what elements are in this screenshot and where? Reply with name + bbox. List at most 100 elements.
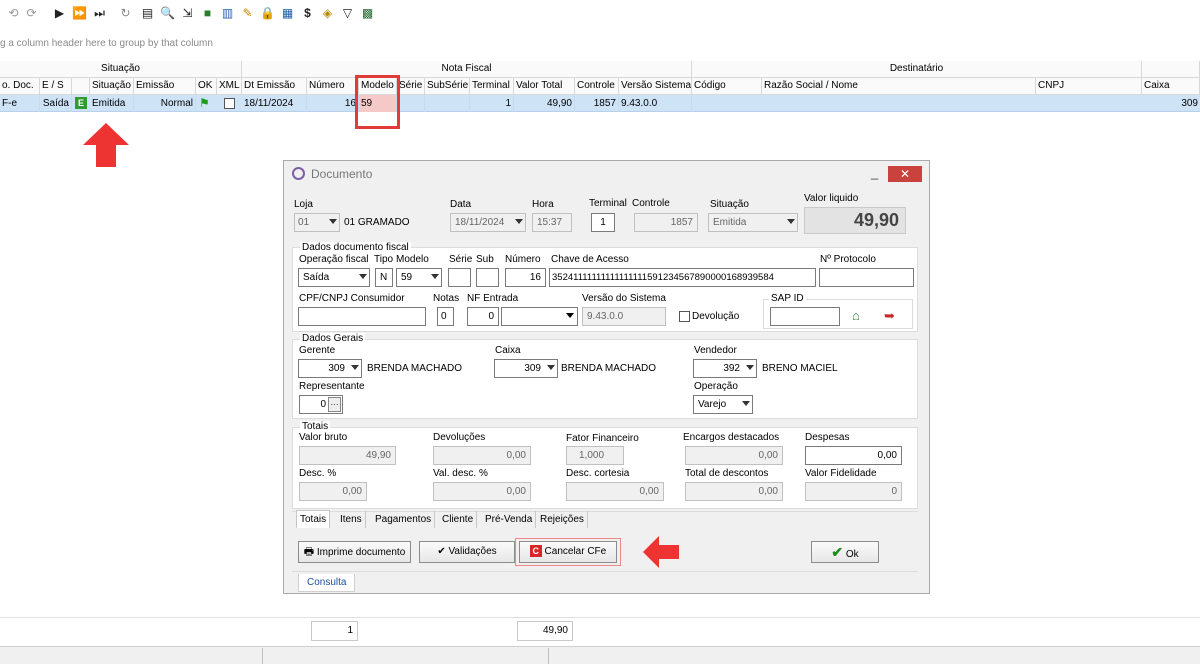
operacao-fiscal-select[interactable]: Saída: [298, 268, 370, 287]
cancel-c-icon: C: [529, 545, 542, 558]
package-icon[interactable]: ◈: [320, 6, 335, 21]
situacao-select[interactable]: Emitida: [708, 213, 798, 232]
validacoes-button[interactable]: ✔ Validações: [419, 541, 515, 563]
sub-field[interactable]: [476, 268, 499, 287]
cpf-cnpj-field[interactable]: [298, 307, 426, 326]
total-descontos-field[interactable]: 0,00: [685, 482, 783, 501]
dollar-icon[interactable]: $: [300, 6, 315, 21]
ok-button[interactable]: ✔ Ok: [811, 541, 879, 563]
nf-entrada-select[interactable]: [501, 307, 578, 326]
print-preview-icon[interactable]: 🔍: [160, 6, 175, 21]
col-tipo-doc[interactable]: o. Doc.: [0, 78, 40, 95]
band-blank: [1142, 61, 1200, 78]
undo-icon[interactable]: ⟲: [6, 6, 21, 21]
col-caixa[interactable]: Caixa: [1142, 78, 1200, 95]
representante-field[interactable]: 0 ···: [299, 395, 343, 414]
valor-fidelidade-field[interactable]: 0: [805, 482, 902, 501]
numero-field[interactable]: 16: [505, 268, 546, 287]
fator-financeiro-field[interactable]: 1,000: [566, 446, 624, 465]
col-xml[interactable]: XML: [217, 78, 242, 95]
col-numero[interactable]: Número: [307, 78, 359, 95]
col-emissao[interactable]: Emissão: [134, 78, 196, 95]
versao-sistema-field[interactable]: 9.43.0.0: [582, 307, 666, 326]
minimize-icon[interactable]: _: [871, 165, 878, 180]
terminal-field[interactable]: 1: [591, 213, 615, 232]
col-situacao[interactable]: Situação: [90, 78, 134, 95]
tab-pagamentos[interactable]: Pagamentos: [372, 511, 436, 528]
redo-icon[interactable]: ⟳: [24, 6, 39, 21]
cancelar-cfe-button[interactable]: C Cancelar CFe: [519, 541, 617, 563]
tab-totais[interactable]: Totais: [296, 510, 331, 528]
notas-field[interactable]: 0: [437, 307, 454, 326]
val-desc-field[interactable]: 0,00: [433, 482, 531, 501]
col-versao[interactable]: Versão Sistema: [619, 78, 692, 95]
grid-icon[interactable]: ▩: [360, 6, 375, 21]
imprime-documento-button[interactable]: 🖶 Imprime documento: [298, 541, 411, 563]
tipo-field[interactable]: N: [375, 268, 393, 287]
calculator-icon[interactable]: ▦: [280, 6, 295, 21]
play-icon[interactable]: ▶: [52, 6, 67, 21]
data-field[interactable]: 18/11/2024: [450, 213, 526, 232]
desc-pct-field[interactable]: 0,00: [299, 482, 367, 501]
pencil-icon[interactable]: ✎: [240, 6, 255, 21]
lock-icon[interactable]: 🔒: [260, 6, 275, 21]
tab-rejeicoes[interactable]: Rejeições: [537, 511, 588, 528]
cell-dt-emissao: 18/11/2024: [242, 95, 307, 112]
cell-tipo: F-e: [0, 95, 40, 112]
status-divider: [262, 648, 263, 664]
close-icon[interactable]: ✕: [888, 166, 922, 182]
modelo-select[interactable]: 59: [396, 268, 442, 287]
loja-select[interactable]: 01: [294, 213, 340, 232]
sap-send-icon[interactable]: ➥: [884, 308, 895, 324]
controle-field[interactable]: 1857: [634, 213, 698, 232]
books-icon[interactable]: ▥: [220, 6, 235, 21]
dialog-title: Documento: [311, 167, 373, 181]
col-dt-emissao[interactable]: Dt Emissão: [242, 78, 307, 95]
tab-cliente[interactable]: Cliente: [439, 511, 478, 528]
nf-entrada-field[interactable]: 0: [467, 307, 499, 326]
col-serie[interactable]: Série: [397, 78, 425, 95]
encargos-field[interactable]: 0,00: [685, 446, 783, 465]
vendedor-select[interactable]: 392: [693, 359, 757, 378]
tab-pre-venda[interactable]: Pré-Venda: [482, 511, 537, 528]
book-icon[interactable]: ■: [200, 6, 215, 21]
operacao-select[interactable]: Varejo: [693, 395, 753, 414]
col-terminal[interactable]: Terminal: [470, 78, 514, 95]
col-valor-total[interactable]: Valor Total: [514, 78, 575, 95]
desc-cortesia-field[interactable]: 0,00: [566, 482, 664, 501]
filter-icon[interactable]: ▽: [340, 6, 355, 21]
sap-id-field[interactable]: [770, 307, 840, 326]
fast-forward-icon[interactable]: ⏩: [72, 6, 87, 21]
xml-checkbox[interactable]: [224, 98, 235, 109]
col-icon[interactable]: [72, 78, 90, 95]
ellipsis-icon[interactable]: ···: [328, 397, 341, 412]
col-subserie[interactable]: SubSérie: [425, 78, 470, 95]
cell-situacao: Emitida: [90, 95, 134, 112]
col-controle[interactable]: Controle: [575, 78, 619, 95]
col-es[interactable]: E / S: [40, 78, 72, 95]
skip-end-icon[interactable]: ⏭: [92, 6, 107, 21]
val-desc-label: Val. desc. %: [433, 468, 488, 479]
hora-field[interactable]: 15:37: [532, 213, 572, 232]
cell-numero: 16: [307, 95, 359, 112]
serie-field[interactable]: [448, 268, 471, 287]
col-razao-social[interactable]: Razão Social / Nome: [762, 78, 1036, 95]
tab-itens[interactable]: Itens: [337, 511, 366, 528]
print-setup-icon[interactable]: ▤: [140, 6, 155, 21]
devolucoes-field[interactable]: 0,00: [433, 446, 531, 465]
dialog-titlebar[interactable]: Documento _ ✕: [284, 161, 929, 187]
devolucao-checkbox[interactable]: [679, 311, 690, 322]
gerente-select[interactable]: 309: [298, 359, 362, 378]
protocolo-field[interactable]: [819, 268, 914, 287]
export-icon[interactable]: ⇲: [180, 6, 195, 21]
tab-consulta[interactable]: Consulta: [298, 574, 356, 592]
sap-sync-icon[interactable]: ⌂: [852, 308, 860, 323]
caixa-select[interactable]: 309: [494, 359, 558, 378]
despesas-field[interactable]: 0,00: [805, 446, 902, 465]
refresh-icon[interactable]: ↻: [118, 6, 133, 21]
valor-bruto-field[interactable]: 49,90: [299, 446, 396, 465]
col-codigo[interactable]: Código: [692, 78, 762, 95]
col-cnpj[interactable]: CNPJ: [1036, 78, 1142, 95]
chave-acesso-field[interactable]: 3524111111111111111159123456789000016893…: [549, 268, 816, 287]
col-ok[interactable]: OK: [196, 78, 217, 95]
